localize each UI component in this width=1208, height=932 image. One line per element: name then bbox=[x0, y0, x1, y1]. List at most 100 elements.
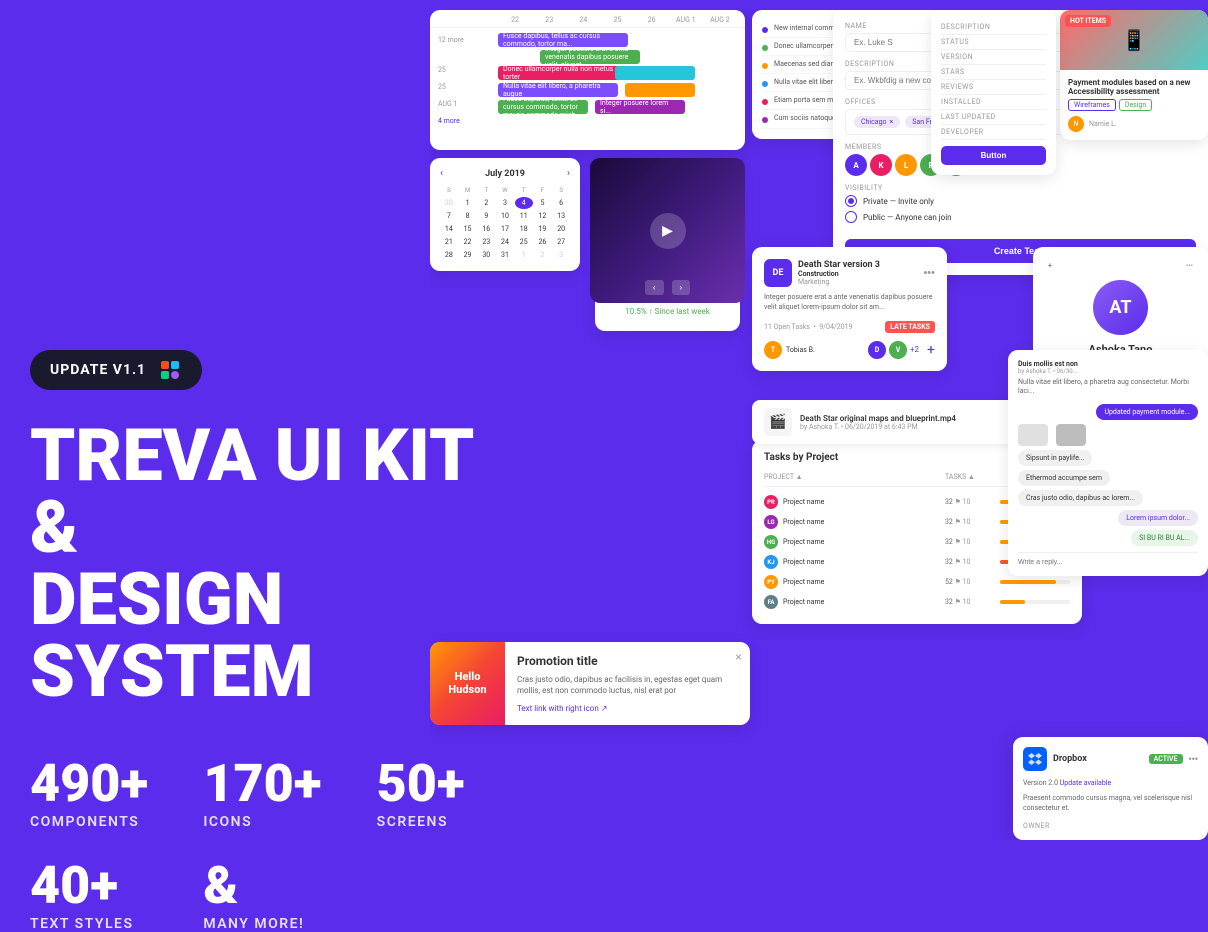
app-detail-panel: DESCRIPTION STATUS VERSION STARS REVIEWS… bbox=[931, 10, 1056, 175]
bubble-1: Updated payment module... bbox=[1096, 404, 1198, 420]
cal-next[interactable]: › bbox=[567, 168, 570, 179]
cal-day-4[interactable]: 4 bbox=[515, 197, 533, 209]
tag-wireframes: Wireframes bbox=[1068, 99, 1116, 111]
profile-add-btn[interactable]: + bbox=[1048, 262, 1052, 270]
cal-day-15[interactable]: 15 bbox=[459, 223, 477, 235]
promo-close-btn[interactable]: × bbox=[735, 650, 742, 664]
day-sun: S bbox=[440, 187, 458, 194]
cal-day-30[interactable]: 30 bbox=[477, 249, 495, 261]
ds-header: DE Death Star version 3 Construction Mar… bbox=[764, 259, 935, 287]
dropbox-owner-label: OWNER bbox=[1023, 822, 1198, 830]
cal-day-22[interactable]: 22 bbox=[459, 236, 477, 248]
notif-dot-4 bbox=[762, 81, 768, 87]
update-available-link[interactable]: Update available bbox=[1060, 779, 1111, 787]
updated-label: LAST UPDATED bbox=[941, 113, 996, 121]
add-follower-btn[interactable]: + bbox=[927, 342, 935, 358]
bubble-img-2 bbox=[1056, 424, 1086, 446]
visibility-public[interactable]: Public — Anyone can join bbox=[845, 211, 1196, 223]
cal-day-2[interactable]: 2 bbox=[534, 249, 552, 261]
appstore-img-wrap: 📱 HOT ITEMS bbox=[1060, 10, 1208, 70]
cal-day-24[interactable]: 24 bbox=[496, 236, 514, 248]
play-button[interactable]: ▶ bbox=[650, 213, 686, 249]
title-line2: DESIGN SYSTEM bbox=[30, 557, 314, 714]
task-count-1: 32 ⚑ 10 bbox=[945, 518, 995, 526]
cal-day-23[interactable]: 23 bbox=[477, 236, 495, 248]
cal-day-29[interactable]: 29 bbox=[459, 249, 477, 261]
cal-day-3[interactable]: 3 bbox=[496, 197, 514, 209]
cal-day-1[interactable]: 1 bbox=[515, 249, 533, 261]
event-bar-7: Fusce dapibus, tellus ac cursus commodo,… bbox=[498, 100, 588, 114]
death-star-card: DE Death Star version 3 Construction Mar… bbox=[752, 247, 947, 371]
cal-day-17[interactable]: 17 bbox=[496, 223, 514, 235]
installed-label: INSTALLED bbox=[941, 98, 981, 106]
task-name-0: Project name bbox=[783, 498, 824, 506]
media-prev-btn[interactable]: ‹ bbox=[645, 280, 664, 295]
bubble-4: Cras justo odio, dapibus ac lorem... bbox=[1018, 490, 1143, 506]
cal-day-8[interactable]: 8 bbox=[459, 210, 477, 222]
task-avatar-5: FA bbox=[764, 595, 778, 609]
cal-day-3[interactable]: 3 bbox=[552, 249, 570, 261]
media-widget: ▶ ‹ › bbox=[590, 158, 745, 303]
task-avatar-2: HG bbox=[764, 535, 778, 549]
event-bar-4 bbox=[615, 66, 695, 80]
visibility-private[interactable]: Private — Invite only bbox=[845, 195, 1196, 207]
cal-day-21[interactable]: 21 bbox=[440, 236, 458, 248]
calendar-mini: ‹ July 2019 › S M T W T F S 301234567891… bbox=[430, 158, 580, 271]
cal-day-12[interactable]: 12 bbox=[534, 210, 552, 222]
app-detail-btn[interactable]: Button bbox=[941, 146, 1046, 165]
dropbox-more-btn[interactable]: ••• bbox=[1189, 754, 1198, 764]
cal-day-13[interactable]: 13 bbox=[552, 210, 570, 222]
cal-day-27[interactable]: 27 bbox=[552, 236, 570, 248]
cal-day-11[interactable]: 11 bbox=[515, 210, 533, 222]
radio-circle-private bbox=[845, 195, 857, 207]
cal-day-28[interactable]: 28 bbox=[440, 249, 458, 261]
cal-day-9[interactable]: 9 bbox=[477, 210, 495, 222]
cal-day-18[interactable]: 18 bbox=[515, 223, 533, 235]
appstore-user: N Namie L. bbox=[1068, 116, 1200, 132]
cal-day-16[interactable]: 16 bbox=[477, 223, 495, 235]
dropbox-body: Praesent commodo cursus magna, vel scele… bbox=[1023, 794, 1198, 814]
stat-more: & MANY MORE! bbox=[203, 860, 336, 932]
task-name-2: Project name bbox=[783, 538, 824, 546]
office-tag-chicago-close[interactable]: × bbox=[890, 118, 894, 126]
stat-components: 490+ COMPONENTS bbox=[30, 758, 163, 830]
cal-day-26[interactable]: 26 bbox=[534, 236, 552, 248]
task-name-1: Project name bbox=[783, 518, 824, 526]
developer-label: DEVELOPER bbox=[941, 128, 984, 136]
cal-day-6[interactable]: 6 bbox=[552, 197, 570, 209]
promo-link[interactable]: Text link with right icon ↗ bbox=[517, 704, 738, 713]
cal-day-1[interactable]: 1 bbox=[459, 197, 477, 209]
cal-day-31[interactable]: 31 bbox=[496, 249, 514, 261]
media-next-btn[interactable]: › bbox=[672, 280, 691, 295]
cal-day-5[interactable]: 5 bbox=[534, 197, 552, 209]
cal-day-2[interactable]: 2 bbox=[477, 197, 495, 209]
col-project: PROJECT ▲ bbox=[764, 473, 940, 481]
media-controls: ‹ › bbox=[590, 280, 745, 295]
task-bar-wrap-4 bbox=[1000, 580, 1070, 584]
task-project-0: PR Project name bbox=[764, 495, 940, 509]
cal-day-20[interactable]: 20 bbox=[552, 223, 570, 235]
ds-title-wrap: Death Star version 3 Construction Market… bbox=[798, 260, 880, 286]
detail-installed-row: INSTALLED bbox=[941, 95, 1046, 110]
cal-day-25[interactable]: 25 bbox=[515, 236, 533, 248]
task-count-3: 32 ⚑ 10 bbox=[945, 558, 995, 566]
profile-avatar: AT bbox=[1093, 280, 1148, 335]
cal-prev[interactable]: ‹ bbox=[440, 168, 443, 179]
col-header bbox=[438, 16, 498, 24]
ds-more-btn[interactable]: ••• bbox=[923, 267, 935, 279]
cal-day-7[interactable]: 7 bbox=[440, 210, 458, 222]
reply-input[interactable] bbox=[1018, 559, 1198, 566]
col-tasks: TASKS ▲ bbox=[945, 473, 995, 481]
profile-more-btn[interactable]: ••• bbox=[1186, 262, 1193, 270]
event-bar-8: Integer posuere lorem si... bbox=[595, 100, 685, 114]
task-bar-wrap-5 bbox=[1000, 600, 1070, 604]
cal-day-10[interactable]: 10 bbox=[496, 210, 514, 222]
bubble-3: Ethermod accumpe sem bbox=[1018, 470, 1110, 486]
cal-day-14[interactable]: 14 bbox=[440, 223, 458, 235]
appstore-user-name: Namie L. bbox=[1089, 120, 1117, 128]
task-avatar-4: PY bbox=[764, 575, 778, 589]
event-bar-2: Integer posuere erat a ante venenatis da… bbox=[540, 50, 640, 64]
cal-day-30[interactable]: 30 bbox=[440, 197, 458, 209]
cal-day-19[interactable]: 19 bbox=[534, 223, 552, 235]
promo-image-text: HelloHudson bbox=[448, 670, 486, 696]
